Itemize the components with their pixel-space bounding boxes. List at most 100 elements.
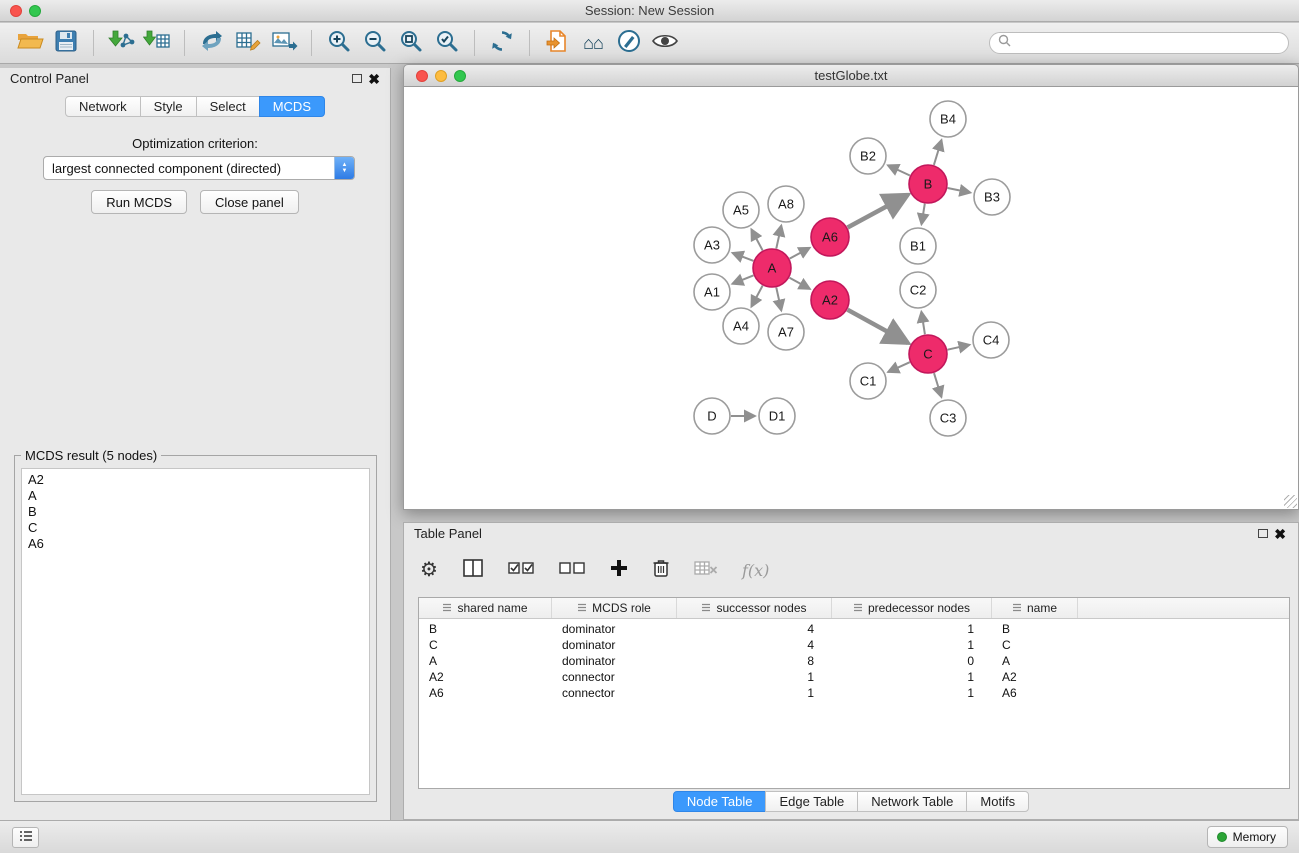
cell[interactable]: connector (552, 686, 677, 700)
zoom-fit-button[interactable] (393, 27, 429, 59)
cell[interactable]: A2 (992, 670, 1078, 684)
network-canvas[interactable]: B4B2BB3A8A5A6B1A3AC2A1A2A4A7C4CC1C3DD1 (403, 87, 1299, 510)
tab-network-table[interactable]: Network Table (857, 791, 967, 812)
delete-column-button[interactable] (652, 558, 670, 583)
refresh-button[interactable] (484, 27, 520, 59)
edge-C-C4[interactable] (948, 345, 970, 350)
cell[interactable]: 4 (677, 622, 832, 636)
table-row[interactable]: Adominator80A (419, 653, 1289, 669)
cell[interactable]: 1 (832, 638, 992, 652)
edge-B-B1[interactable] (922, 204, 925, 225)
cell[interactable]: 1 (832, 670, 992, 684)
export-image-button[interactable] (266, 27, 302, 59)
new-network-button[interactable] (194, 27, 230, 59)
cell[interactable]: dominator (552, 654, 677, 668)
optimization-criterion-select[interactable]: largest connected component (directed) ▲… (43, 156, 355, 180)
import-table-button[interactable] (139, 27, 175, 59)
result-item[interactable]: B (28, 504, 369, 520)
cell[interactable]: A (419, 654, 552, 668)
add-column-button[interactable] (610, 559, 628, 582)
edge-A-A7[interactable] (776, 288, 781, 311)
close-panel-button[interactable]: Close panel (200, 190, 299, 214)
column-header-predecessor-nodes[interactable]: predecessor nodes (832, 598, 992, 618)
cell[interactable]: 8 (677, 654, 832, 668)
close-table-panel-icon[interactable]: ✖ (1274, 525, 1286, 543)
select-all-button[interactable] (508, 560, 535, 581)
edge-C-C3[interactable] (934, 373, 941, 397)
apply-style-button[interactable] (611, 27, 647, 59)
table-row[interactable]: Bdominator41B (419, 621, 1289, 637)
edge-A-A5[interactable] (751, 229, 762, 250)
paste-button[interactable] (539, 27, 575, 59)
network-close-button[interactable] (416, 70, 428, 82)
search-input[interactable] (1015, 34, 1288, 52)
cell[interactable]: 1 (677, 670, 832, 684)
tab-select[interactable]: Select (196, 96, 260, 117)
close-button[interactable] (10, 5, 22, 17)
cell[interactable]: dominator (552, 622, 677, 636)
table-settings-button[interactable]: ⚙ (420, 560, 438, 580)
edge-A-A3[interactable] (733, 253, 754, 261)
table-row[interactable]: A6connector11A6 (419, 685, 1289, 701)
cell[interactable]: B (992, 622, 1078, 636)
cell[interactable]: A2 (419, 670, 552, 684)
show-hide-button[interactable] (647, 27, 683, 59)
column-header-name[interactable]: name (992, 598, 1078, 618)
open-session-button[interactable] (12, 27, 48, 59)
result-item[interactable]: A2 (28, 472, 369, 488)
cell[interactable]: A6 (419, 686, 552, 700)
zoom-out-button[interactable] (357, 27, 393, 59)
mcds-result-list[interactable]: A2ABCA6 (21, 468, 370, 795)
zoom-selected-button[interactable] (429, 27, 465, 59)
tab-network[interactable]: Network (65, 96, 141, 117)
edge-B-B4[interactable] (934, 140, 942, 165)
result-item[interactable]: A (28, 488, 369, 504)
cell[interactable]: 4 (677, 638, 832, 652)
network-zoom-button[interactable] (454, 70, 466, 82)
cell[interactable]: 1 (832, 622, 992, 636)
run-mcds-button[interactable]: Run MCDS (91, 190, 187, 214)
zoom-in-button[interactable] (321, 27, 357, 59)
import-network-button[interactable] (103, 27, 139, 59)
cell[interactable]: dominator (552, 638, 677, 652)
edge-A-A8[interactable] (776, 226, 781, 249)
edge-A2-C[interactable] (848, 310, 908, 343)
cell[interactable]: connector (552, 670, 677, 684)
cell[interactable]: 1 (832, 686, 992, 700)
table-row[interactable]: A2connector11A2 (419, 669, 1289, 685)
table-row[interactable]: Cdominator41C (419, 637, 1289, 653)
network-minimize-button[interactable] (435, 70, 447, 82)
tab-node-table[interactable]: Node Table (673, 791, 767, 812)
show-columns-button[interactable] (462, 558, 484, 583)
edge-C-C1[interactable] (888, 362, 910, 372)
cell[interactable]: A6 (992, 686, 1078, 700)
tab-mcds[interactable]: MCDS (259, 96, 325, 117)
search-field[interactable] (989, 32, 1289, 54)
edge-A-A1[interactable] (732, 275, 753, 283)
result-item[interactable]: C (28, 520, 369, 536)
tab-motifs[interactable]: Motifs (966, 791, 1029, 812)
task-history-button[interactable] (12, 827, 39, 848)
resize-grip-icon[interactable] (1284, 495, 1297, 508)
edge-B-B3[interactable] (948, 188, 971, 193)
result-item[interactable]: A6 (28, 536, 369, 552)
cell[interactable]: A (992, 654, 1078, 668)
cell[interactable]: C (992, 638, 1078, 652)
float-panel-button[interactable] (352, 74, 362, 83)
deselect-all-button[interactable] (559, 560, 586, 581)
column-header-shared-name[interactable]: shared name (419, 598, 552, 618)
save-session-button[interactable] (48, 27, 84, 59)
home-view-button[interactable]: ⌂⌂ (575, 27, 611, 59)
edge-A-A6[interactable] (790, 248, 810, 259)
network-graph[interactable]: B4B2BB3A8A5A6B1A3AC2A1A2A4A7C4CC1C3DD1 (404, 87, 1298, 509)
close-panel-icon[interactable]: ✖ (368, 70, 380, 88)
export-table-button[interactable] (230, 27, 266, 59)
tab-style[interactable]: Style (140, 96, 197, 117)
memory-button[interactable]: Memory (1207, 826, 1288, 848)
column-header-successor-nodes[interactable]: successor nodes (677, 598, 832, 618)
zoom-button[interactable] (29, 5, 41, 17)
cell[interactable]: 0 (832, 654, 992, 668)
edge-B-B2[interactable] (888, 165, 910, 175)
edge-A6-B[interactable] (848, 195, 908, 228)
column-header-MCDS-role[interactable]: MCDS role (552, 598, 677, 618)
